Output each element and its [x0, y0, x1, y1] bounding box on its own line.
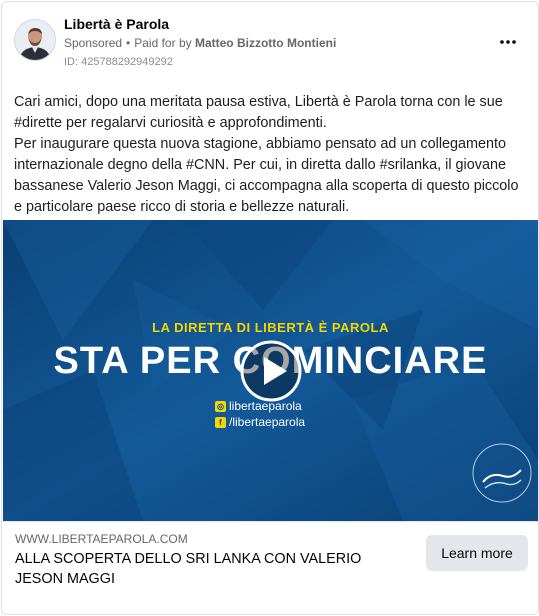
post-body: Cari amici, dopo una meritata pausa esti… — [14, 92, 524, 218]
post-header: Libertà è Parola Sponsored • Paid for by M… — [2, 2, 538, 82]
page-avatar[interactable] — [14, 19, 56, 61]
sponsored-post-card: Libertà è Parola Sponsored • Paid for by M… — [1, 1, 539, 615]
video-subtitle: LA DIRETTA DI LIBERTÀ È PAROLA — [152, 320, 389, 335]
post-paragraph: Per inaugurare questa nuova stagione, ab… — [14, 136, 519, 215]
facebook-handle-row: f/libertaeparola — [215, 415, 305, 429]
sponsored-meta: Sponsored • Paid for by Matteo Bizzotto Mo… — [64, 36, 336, 50]
more-horizontal-icon — [500, 40, 516, 44]
play-icon — [240, 340, 302, 402]
link-preview[interactable]: WWW.LIBERTAEPAROLA.COM ALLA SCOPERTA DEL… — [3, 521, 538, 614]
paid-for-label: Paid for by — [134, 36, 192, 50]
meta-separator: • — [126, 36, 131, 50]
instagram-icon: ◎ — [215, 401, 226, 413]
more-options-button[interactable] — [496, 32, 520, 52]
link-title[interactable]: ALLA SCOPERTA DELLO SRI LANKA CON VALERI… — [15, 549, 395, 589]
link-domain: WWW.LIBERTAEPAROLA.COM — [15, 532, 188, 546]
page-name[interactable]: Libertà è Parola — [64, 16, 169, 32]
facebook-handle: /libertaeparola — [229, 415, 306, 429]
logo-emblem-icon — [472, 443, 532, 503]
facebook-icon: f — [215, 417, 226, 429]
post-paragraph: Cari amici, dopo una meritata pausa esti… — [14, 94, 503, 131]
learn-more-button[interactable]: Learn more — [426, 535, 528, 571]
video-player[interactable]: LA DIRETTA DI LIBERTÀ È PAROLA STA PER C… — [3, 220, 538, 521]
ad-id: ID: 425788292949292 — [64, 56, 173, 68]
play-button[interactable] — [239, 339, 303, 403]
person-avatar-icon — [15, 20, 55, 60]
liberta-logo — [471, 442, 533, 504]
payer-name: Matteo Bizzotto Montieni — [194, 36, 337, 50]
sponsored-label[interactable]: Sponsored — [64, 36, 122, 50]
